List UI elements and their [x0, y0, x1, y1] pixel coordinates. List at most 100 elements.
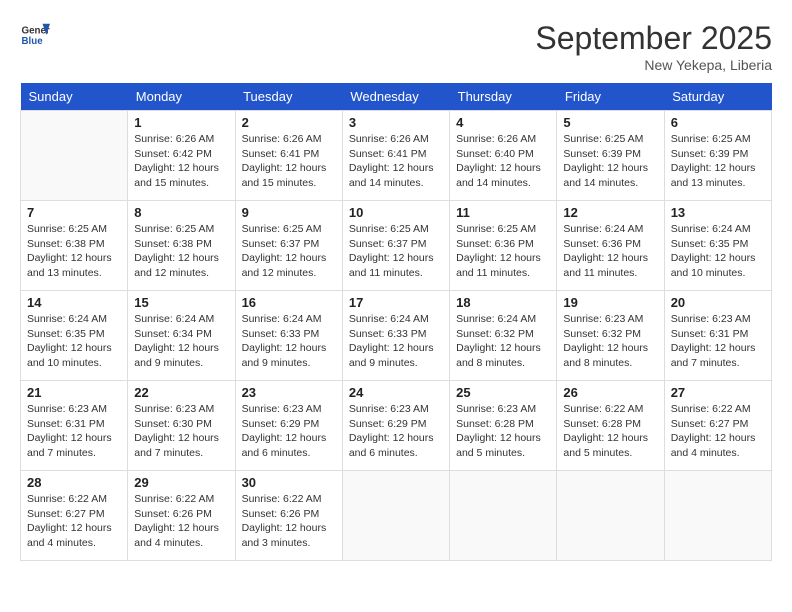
calendar-cell: [21, 111, 128, 201]
day-info: Sunrise: 6:24 AMSunset: 6:35 PMDaylight:…: [671, 222, 765, 281]
day-number: 27: [671, 385, 765, 400]
calendar-week-row: 21 Sunrise: 6:23 AMSunset: 6:31 PMDayligh…: [21, 381, 772, 471]
calendar-cell: 2 Sunrise: 6:26 AMSunset: 6:41 PMDaylight…: [235, 111, 342, 201]
day-number: 11: [456, 205, 550, 220]
calendar-cell: 29 Sunrise: 6:22 AMSunset: 6:26 PMDayligh…: [128, 471, 235, 561]
day-info: Sunrise: 6:23 AMSunset: 6:29 PMDaylight:…: [349, 402, 443, 461]
weekday-header: Wednesday: [342, 83, 449, 111]
day-number: 24: [349, 385, 443, 400]
day-number: 22: [134, 385, 228, 400]
calendar-cell: 1 Sunrise: 6:26 AMSunset: 6:42 PMDaylight…: [128, 111, 235, 201]
day-number: 12: [563, 205, 657, 220]
day-number: 6: [671, 115, 765, 130]
weekday-header: Friday: [557, 83, 664, 111]
day-info: Sunrise: 6:25 AMSunset: 6:38 PMDaylight:…: [27, 222, 121, 281]
logo-icon: General Blue: [20, 20, 50, 50]
day-number: 26: [563, 385, 657, 400]
weekday-header: Monday: [128, 83, 235, 111]
day-info: Sunrise: 6:23 AMSunset: 6:31 PMDaylight:…: [27, 402, 121, 461]
day-info: Sunrise: 6:26 AMSunset: 6:42 PMDaylight:…: [134, 132, 228, 191]
day-number: 10: [349, 205, 443, 220]
calendar-cell: 8 Sunrise: 6:25 AMSunset: 6:38 PMDaylight…: [128, 201, 235, 291]
calendar-cell: 17Sunrise: 6:24 AMSunset: 6:33 PMDayligh…: [342, 291, 449, 381]
day-info: Sunrise: 6:26 AMSunset: 6:41 PMDaylight:…: [242, 132, 336, 191]
day-number: 2: [242, 115, 336, 130]
day-number: 1: [134, 115, 228, 130]
calendar-cell: [664, 471, 771, 561]
day-number: 19: [563, 295, 657, 310]
day-number: 23: [242, 385, 336, 400]
day-number: 16: [242, 295, 336, 310]
day-number: 17: [349, 295, 443, 310]
weekday-header: Tuesday: [235, 83, 342, 111]
day-info: Sunrise: 6:24 AMSunset: 6:32 PMDaylight:…: [456, 312, 550, 371]
day-number: 14: [27, 295, 121, 310]
day-info: Sunrise: 6:22 AMSunset: 6:26 PMDaylight:…: [242, 492, 336, 551]
calendar-cell: 19 Sunrise: 6:23 AMSunset: 6:32 PMDayligh…: [557, 291, 664, 381]
weekday-header: Thursday: [450, 83, 557, 111]
day-info: Sunrise: 6:23 AMSunset: 6:31 PMDaylight:…: [671, 312, 765, 371]
day-number: 5: [563, 115, 657, 130]
day-number: 4: [456, 115, 550, 130]
calendar-cell: 15 Sunrise: 6:24 AMSunset: 6:34 PMDayligh…: [128, 291, 235, 381]
svg-text:Blue: Blue: [22, 36, 44, 47]
day-number: 20: [671, 295, 765, 310]
day-number: 25: [456, 385, 550, 400]
calendar-week-row: 1 Sunrise: 6:26 AMSunset: 6:42 PMDaylight…: [21, 111, 772, 201]
day-info: Sunrise: 6:22 AMSunset: 6:27 PMDaylight:…: [671, 402, 765, 461]
calendar-cell: 27 Sunrise: 6:22 AMSunset: 6:27 PMDayligh…: [664, 381, 771, 471]
month-title: September 2025: [535, 20, 772, 57]
day-number: 9: [242, 205, 336, 220]
day-number: 29: [134, 475, 228, 490]
calendar-cell: 30 Sunrise: 6:22 AMSunset: 6:26 PMDayligh…: [235, 471, 342, 561]
calendar-cell: 14Sunrise: 6:24 AMSunset: 6:35 PMDayligh…: [21, 291, 128, 381]
calendar-cell: 11 Sunrise: 6:25 AMSunset: 6:36 PMDayligh…: [450, 201, 557, 291]
day-info: Sunrise: 6:23 AMSunset: 6:32 PMDaylight:…: [563, 312, 657, 371]
calendar-cell: 4 Sunrise: 6:26 AMSunset: 6:40 PMDaylight…: [450, 111, 557, 201]
day-info: Sunrise: 6:25 AMSunset: 6:37 PMDaylight:…: [242, 222, 336, 281]
calendar-cell: 24 Sunrise: 6:23 AMSunset: 6:29 PMDayligh…: [342, 381, 449, 471]
day-info: Sunrise: 6:25 AMSunset: 6:39 PMDaylight:…: [671, 132, 765, 191]
day-info: Sunrise: 6:24 AMSunset: 6:34 PMDaylight:…: [134, 312, 228, 371]
calendar-week-row: 7 Sunrise: 6:25 AMSunset: 6:38 PMDaylight…: [21, 201, 772, 291]
page-header: General Blue September 2025 New Yekepa, …: [20, 20, 772, 73]
calendar-cell: 9 Sunrise: 6:25 AMSunset: 6:37 PMDaylight…: [235, 201, 342, 291]
day-number: 30: [242, 475, 336, 490]
day-info: Sunrise: 6:22 AMSunset: 6:26 PMDaylight:…: [134, 492, 228, 551]
day-info: Sunrise: 6:25 AMSunset: 6:38 PMDaylight:…: [134, 222, 228, 281]
day-number: 15: [134, 295, 228, 310]
day-number: 18: [456, 295, 550, 310]
weekday-header-row: SundayMondayTuesdayWednesdayThursdayFrid…: [21, 83, 772, 111]
day-info: Sunrise: 6:24 AMSunset: 6:36 PMDaylight:…: [563, 222, 657, 281]
location: New Yekepa, Liberia: [535, 57, 772, 73]
day-number: 21: [27, 385, 121, 400]
calendar-cell: 28 Sunrise: 6:22 AMSunset: 6:27 PMDayligh…: [21, 471, 128, 561]
calendar-cell: [450, 471, 557, 561]
calendar-table: SundayMondayTuesdayWednesdayThursdayFrid…: [20, 83, 772, 561]
calendar-cell: [342, 471, 449, 561]
day-number: 8: [134, 205, 228, 220]
day-number: 7: [27, 205, 121, 220]
day-info: Sunrise: 6:25 AMSunset: 6:39 PMDaylight:…: [563, 132, 657, 191]
day-info: Sunrise: 6:26 AMSunset: 6:40 PMDaylight:…: [456, 132, 550, 191]
calendar-cell: 16 Sunrise: 6:24 AMSunset: 6:33 PMDayligh…: [235, 291, 342, 381]
calendar-cell: 23Sunrise: 6:23 AMSunset: 6:29 PMDayligh…: [235, 381, 342, 471]
day-number: 28: [27, 475, 121, 490]
title-block: September 2025 New Yekepa, Liberia: [535, 20, 772, 73]
day-info: Sunrise: 6:25 AMSunset: 6:37 PMDaylight:…: [349, 222, 443, 281]
calendar-week-row: 14Sunrise: 6:24 AMSunset: 6:35 PMDayligh…: [21, 291, 772, 381]
calendar-cell: 25Sunrise: 6:23 AMSunset: 6:28 PMDayligh…: [450, 381, 557, 471]
calendar-cell: 6 Sunrise: 6:25 AMSunset: 6:39 PMDaylight…: [664, 111, 771, 201]
logo: General Blue: [20, 20, 50, 50]
day-info: Sunrise: 6:25 AMSunset: 6:36 PMDaylight:…: [456, 222, 550, 281]
calendar-cell: 26 Sunrise: 6:22 AMSunset: 6:28 PMDayligh…: [557, 381, 664, 471]
day-info: Sunrise: 6:22 AMSunset: 6:27 PMDaylight:…: [27, 492, 121, 551]
calendar-cell: 12 Sunrise: 6:24 AMSunset: 6:36 PMDayligh…: [557, 201, 664, 291]
day-info: Sunrise: 6:22 AMSunset: 6:28 PMDaylight:…: [563, 402, 657, 461]
calendar-cell: 21 Sunrise: 6:23 AMSunset: 6:31 PMDayligh…: [21, 381, 128, 471]
weekday-header: Saturday: [664, 83, 771, 111]
calendar-cell: 3Sunrise: 6:26 AMSunset: 6:41 PMDaylight…: [342, 111, 449, 201]
day-info: Sunrise: 6:24 AMSunset: 6:33 PMDaylight:…: [242, 312, 336, 371]
calendar-week-row: 28 Sunrise: 6:22 AMSunset: 6:27 PMDayligh…: [21, 471, 772, 561]
calendar-cell: 13Sunrise: 6:24 AMSunset: 6:35 PMDayligh…: [664, 201, 771, 291]
